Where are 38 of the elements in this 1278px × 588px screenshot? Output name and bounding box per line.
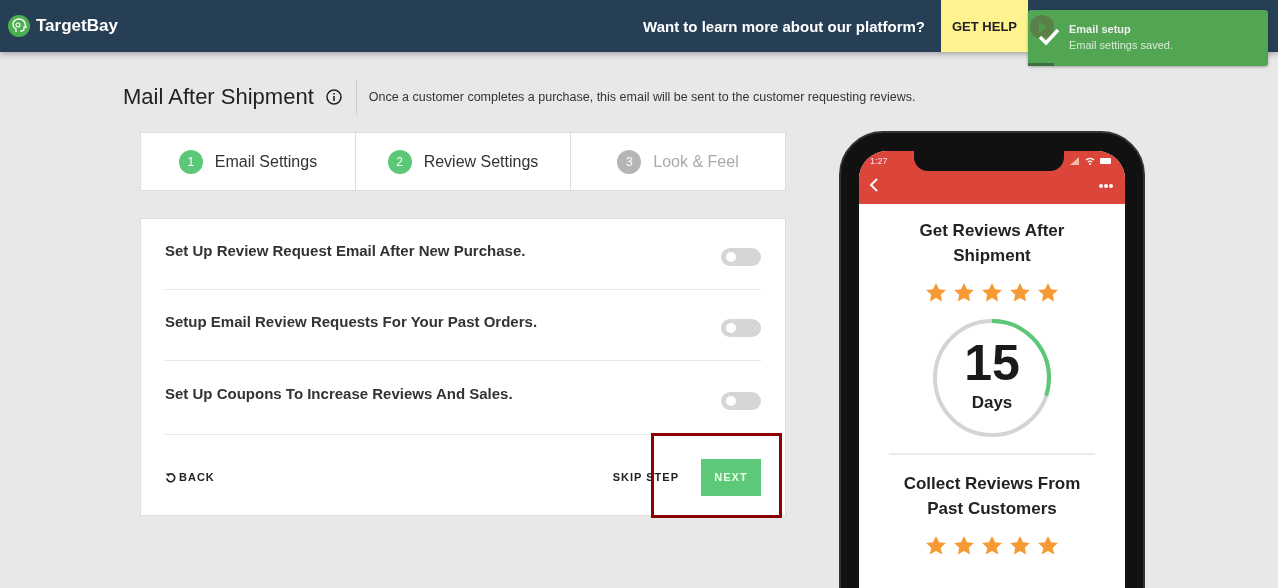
star-icon — [1037, 282, 1059, 303]
back-button[interactable]: BACK — [165, 471, 215, 483]
preview-title: Collect Reviews From Past Customers — [902, 473, 1082, 520]
check-icon — [1038, 28, 1060, 46]
logo-icon — [8, 15, 30, 37]
get-help-button[interactable]: GET HELP — [941, 0, 1028, 52]
step-number: 3 — [617, 149, 642, 174]
countdown-unit: Days — [970, 393, 1014, 413]
preview-title: Get Reviews After Shipment — [918, 220, 1066, 267]
setting-label: Set Up Review Request Email After New Purchase. — [165, 241, 526, 259]
status-time: 1:27 — [870, 156, 888, 166]
star-icon — [953, 535, 975, 556]
step-number: 2 — [387, 149, 412, 174]
status-icons — [1069, 156, 1113, 165]
toggle-switch[interactable] — [721, 248, 761, 266]
star-icon — [925, 535, 947, 556]
toggle-switch[interactable] — [721, 319, 761, 337]
setting-label: Set Up Coupons To Increase Reviews And Sales. — [165, 385, 513, 402]
star-icon — [953, 282, 975, 303]
countdown-value: 15 — [963, 337, 1021, 389]
brand-name: TargetBay — [36, 16, 118, 36]
star-icon — [925, 282, 947, 303]
toast-message: Email settings saved. — [1069, 39, 1173, 51]
star-icon — [1037, 535, 1059, 556]
star-icon — [1009, 282, 1031, 303]
help-prompt: Want to learn more about our platform? — [643, 17, 925, 35]
toast-title: Email setup — [1069, 23, 1131, 35]
star-icon — [1009, 535, 1031, 556]
page-description: Once a customer completes a purchase, this email will be sent to the customer requesting reviews. — [368, 90, 916, 104]
page-title: Mail After Shipment — [123, 84, 314, 110]
undo-icon — [165, 471, 176, 483]
setting-label: Setup Email Review Requests For Your Past Orders. — [165, 312, 538, 330]
star-icon — [981, 282, 1003, 303]
more-icon[interactable] — [1099, 184, 1113, 188]
info-icon[interactable] — [325, 89, 342, 105]
step-number: 1 — [178, 149, 203, 174]
toggle-switch[interactable] — [721, 391, 761, 410]
star-icon — [981, 535, 1003, 556]
